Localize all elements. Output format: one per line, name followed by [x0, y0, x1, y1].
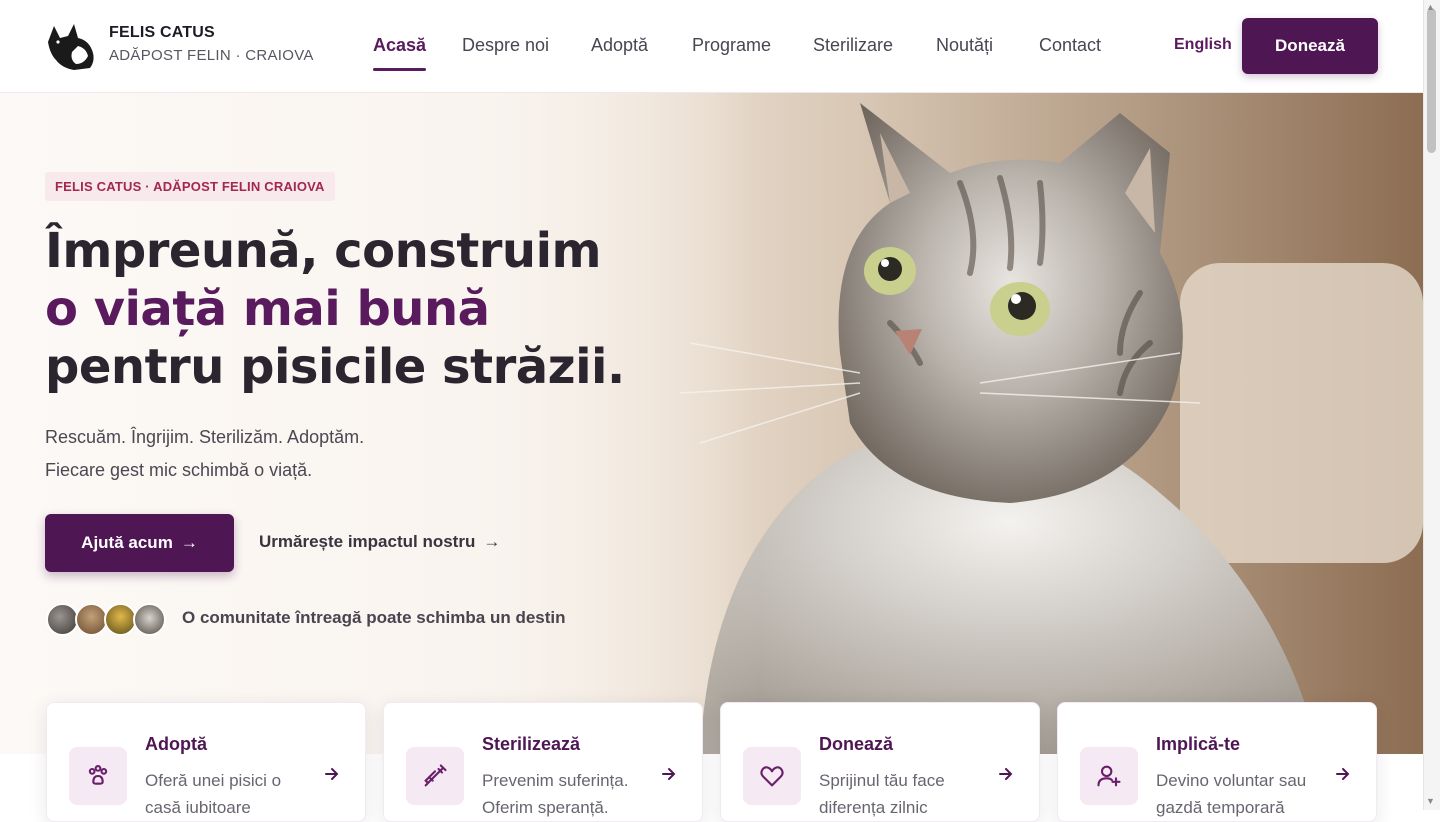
donate-button[interactable]: Donează — [1242, 18, 1378, 74]
arrow-right-icon — [999, 768, 1013, 780]
hero-eyebrow-badge: FELIS CATUS · ADĂPOST FELIN CRAIOVA — [45, 172, 335, 201]
help-now-label: Ajută acum — [81, 533, 173, 552]
community-text: O comunitate întreagă poate schimba un d… — [182, 608, 566, 627]
card-donate[interactable]: Donează Sprijinul tău face diferența zil… — [720, 702, 1040, 822]
arrow-right-icon — [325, 768, 339, 780]
scroll-down-icon[interactable]: ▼ — [1426, 796, 1435, 806]
nav-item-adopt[interactable]: Adoptă — [591, 35, 648, 56]
card-adopt[interactable]: Adoptă Oferă unei pisici o casă iubitoar… — [46, 702, 366, 822]
nav-item-sterilization[interactable]: Sterilizare — [813, 35, 893, 56]
card-text: Prevenim suferința. Oferim speranță. — [482, 771, 629, 817]
headline-line-2-accent: o viață mai bună — [45, 281, 490, 337]
syringe-icon — [406, 747, 464, 805]
card-text: Devino voluntar sau gazdă temporară — [1156, 771, 1307, 817]
brand-subtitle: ADĂPOST FELIN · CRAIOVA — [109, 47, 314, 64]
brand-title: FELIS CATUS — [109, 24, 215, 41]
headline-line-1: Împreună, construim — [45, 223, 602, 279]
arrow-right-icon — [662, 768, 676, 780]
nav-item-programs[interactable]: Programe — [692, 35, 771, 56]
user-plus-icon — [1080, 747, 1138, 805]
card-title: Implică-te — [1156, 734, 1241, 754]
nav-item-contact[interactable]: Contact — [1039, 35, 1101, 56]
card-sterilize[interactable]: Sterilizează Prevenim suferința. Oferim … — [383, 702, 703, 822]
active-nav-indicator — [373, 68, 426, 71]
nav-item-news[interactable]: Noutăți — [936, 35, 993, 56]
scrollbar-thumb[interactable] — [1427, 8, 1436, 153]
nav-item-home[interactable]: Acasă — [373, 35, 426, 56]
subtext-line-1: Rescuăm. Îngrijim. Sterilizăm. Adoptăm. — [45, 427, 365, 447]
track-impact-label: Urmărește impactul nostru — [259, 532, 476, 551]
cat-dog-logo-icon[interactable] — [44, 20, 100, 72]
arrow-right-icon: → — [483, 532, 501, 551]
card-get-involved[interactable]: Implică-te Devino voluntar sau gazdă tem… — [1057, 702, 1377, 822]
scroll-up-icon[interactable]: ▲ — [1426, 2, 1435, 12]
subtext-line-2: Fiecare gest mic schimbă o viață. — [45, 460, 313, 480]
paw-icon — [69, 747, 127, 805]
track-impact-link[interactable]: Urmărește impactul nostru → — [259, 532, 500, 552]
card-text: Oferă unei pisici o casă iubitoare — [145, 771, 282, 817]
site-header: FELIS CATUS ADĂPOST FELIN · CRAIOVA Acas… — [0, 0, 1423, 93]
hero-subtext: Rescuăm. Îngrijim. Sterilizăm. Adoptăm. … — [45, 421, 364, 487]
avatar — [133, 603, 166, 636]
arrow-right-icon: → — [180, 533, 198, 552]
heart-icon — [743, 747, 801, 805]
headline-line-3: pentru pisicile străzii. — [45, 339, 625, 395]
nav-item-about[interactable]: Despre noi — [462, 35, 549, 56]
card-title: Donează — [819, 734, 894, 754]
help-now-button[interactable]: Ajută acum → — [45, 514, 234, 572]
hero-headline: Împreună, construim o viață mai bună pen… — [45, 222, 625, 396]
language-switch[interactable]: English — [1174, 36, 1232, 54]
card-title: Sterilizează — [482, 734, 581, 754]
arrow-right-icon — [1336, 768, 1350, 780]
card-text: Sprijinul tău face diferența zilnic — [819, 771, 945, 817]
card-title: Adoptă — [145, 734, 207, 754]
